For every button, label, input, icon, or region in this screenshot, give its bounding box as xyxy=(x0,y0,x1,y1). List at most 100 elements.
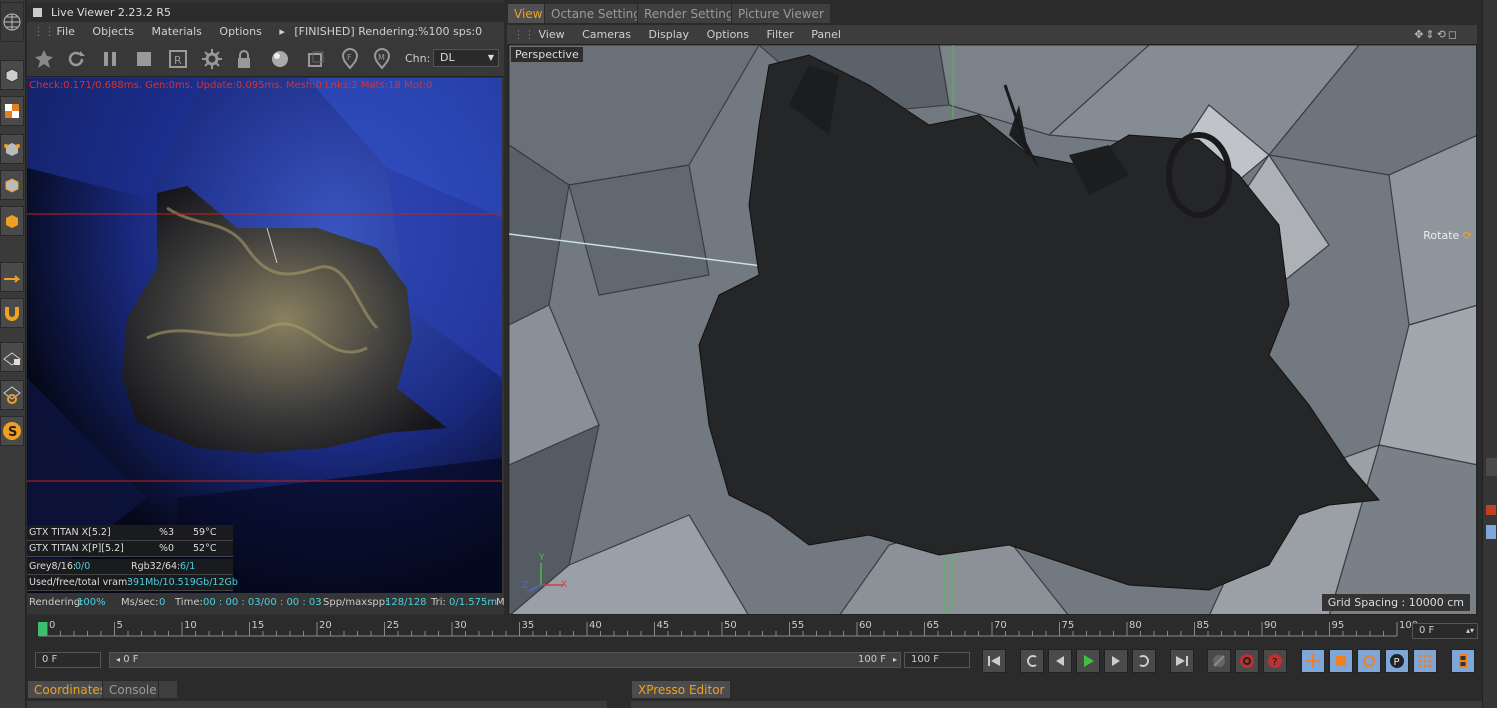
rotate-icon: ⟳ xyxy=(1462,229,1472,242)
xpresso-panel xyxy=(631,701,1482,708)
xpresso-editor-title[interactable]: XPresso Editor xyxy=(631,680,732,699)
previous-frame-button[interactable] xyxy=(1048,649,1072,673)
tab-console[interactable]: Console xyxy=(102,680,164,699)
svg-text:R: R xyxy=(174,54,182,67)
live-viewer-titlebar: Live Viewer 2.23.2 R5 xyxy=(27,3,504,22)
key-scale-button[interactable] xyxy=(1329,649,1353,673)
go-to-end-button[interactable] xyxy=(1170,649,1194,673)
menu-file[interactable]: File xyxy=(57,25,75,38)
projection-label[interactable]: Perspective xyxy=(511,47,583,62)
tab-picture-viewer[interactable]: Picture Viewer xyxy=(731,3,831,24)
record-off-button[interactable] xyxy=(1207,649,1231,673)
next-key-button[interactable] xyxy=(1132,649,1156,673)
timeline-tick-label: 60 xyxy=(859,620,872,631)
rgb-value: 6/1 xyxy=(180,561,196,572)
magnet-snap-icon[interactable] xyxy=(0,298,24,328)
menu-materials[interactable]: Materials xyxy=(151,25,201,38)
play-button[interactable] xyxy=(1076,649,1100,673)
workplane-rotate-icon[interactable] xyxy=(0,380,24,410)
timeline-tick-label: 0 xyxy=(49,620,56,631)
frame-range-slider[interactable]: ◂ 0 F 100 F ▸ xyxy=(109,652,901,668)
gpu-temp: 52°C xyxy=(193,543,217,554)
viewport-nav-icons[interactable]: ✥⇕⟲◻ xyxy=(1414,25,1459,44)
current-frame-field[interactable]: 0 F ▴▾ xyxy=(1412,623,1478,639)
vp-menu-cameras[interactable]: Cameras xyxy=(582,28,631,41)
key-parameter-button[interactable]: P xyxy=(1385,649,1409,673)
channel-select[interactable]: DL ▼ xyxy=(433,49,499,67)
render-preview[interactable]: Check:0.171/0.688ms. Gen:0ms. Update:0.0… xyxy=(27,78,502,593)
window-menu-icon[interactable] xyxy=(33,8,42,17)
key-rotation-button[interactable] xyxy=(1357,649,1381,673)
pause-icon[interactable] xyxy=(97,46,123,72)
attribute-panel-edge xyxy=(1482,0,1497,708)
svg-text:M: M xyxy=(378,53,385,62)
vp-menu-view[interactable]: View xyxy=(539,28,565,41)
timeline-tick-label: 65 xyxy=(926,620,940,631)
render-image xyxy=(27,78,502,593)
perspective-viewport[interactable]: Perspective Rotate ⟳ Y Z X Grid Spacing … xyxy=(508,44,1477,615)
grid-sphere-icon[interactable] xyxy=(0,2,24,42)
settings-gear-icon[interactable] xyxy=(199,46,225,72)
cube-model-icon[interactable] xyxy=(0,60,24,90)
keyframe-selection-button[interactable]: ? xyxy=(1263,649,1287,673)
focus-pick-icon[interactable]: F xyxy=(337,46,363,72)
vp-menu-panel[interactable]: Panel xyxy=(811,28,841,41)
polygons-mode-icon[interactable] xyxy=(0,206,24,236)
sculpt-s-icon[interactable]: S xyxy=(0,416,24,446)
vp-menu-filter[interactable]: Filter xyxy=(767,28,794,41)
attributes-tab-edge[interactable] xyxy=(1486,458,1497,476)
channel-value: DL xyxy=(440,51,455,64)
key-point-level-button[interactable] xyxy=(1413,649,1437,673)
material-ball-icon[interactable] xyxy=(267,46,293,72)
start-frame-field[interactable]: 0 F xyxy=(35,652,101,668)
edges-mode-icon[interactable] xyxy=(0,170,24,200)
vp-menu-options[interactable]: Options xyxy=(707,28,749,41)
grid-spacing-label: Grid Spacing : 10000 cm xyxy=(1321,594,1470,611)
timeline-tick-label: 25 xyxy=(386,620,400,631)
texture-checker-icon[interactable] xyxy=(0,96,24,126)
current-frame-value: 0 F xyxy=(1419,625,1435,636)
edge-icon[interactable] xyxy=(1486,525,1496,539)
send-scene-icon[interactable] xyxy=(31,46,57,72)
stop-icon[interactable] xyxy=(131,46,157,72)
clay-mode-icon[interactable] xyxy=(303,46,329,72)
workplane-lock-icon[interactable] xyxy=(0,342,24,372)
axis-z-label: Z xyxy=(522,581,529,591)
end-frame-field[interactable]: 100 F xyxy=(904,652,970,668)
axis-arrow-icon[interactable] xyxy=(0,262,24,292)
timeline-tick-label: 40 xyxy=(589,620,602,631)
timeline[interactable]: 0 5 10 15 20 25 30 35 40 45 50 55 60 65 70 75 80 85 90 95 10… xyxy=(27,618,1418,644)
gpu-usage: %0 xyxy=(159,543,175,554)
timeline-tick-label: 85 xyxy=(1196,620,1210,631)
menu-expand-arrow-icon[interactable]: ▸ xyxy=(279,25,285,38)
svg-text:F: F xyxy=(347,53,352,62)
end-frame-value: 100 F xyxy=(911,654,940,665)
lock-icon[interactable] xyxy=(231,46,257,72)
go-to-start-button[interactable] xyxy=(982,649,1006,673)
gpu-name: GTX TITAN X[5.2] xyxy=(29,527,111,538)
tab-coordinates[interactable]: Coordinates xyxy=(27,680,114,699)
key-position-button[interactable] xyxy=(1301,649,1325,673)
autokey-button[interactable] xyxy=(1235,649,1259,673)
previous-key-button[interactable] xyxy=(1020,649,1044,673)
material-pick-icon[interactable]: M xyxy=(369,46,395,72)
bottom-panels: Coordinates Console XPresso Editor xyxy=(27,678,1482,708)
menu-options[interactable]: Options xyxy=(219,25,261,38)
edge-icon[interactable] xyxy=(1486,505,1496,515)
gpu-temp: 59°C xyxy=(193,527,217,538)
menu-objects[interactable]: Objects xyxy=(92,25,134,38)
timeline-film-button[interactable] xyxy=(1451,649,1475,673)
timeline-tick-label: 10 xyxy=(184,620,197,631)
gpu-stats-table: GTX TITAN X[5.2] %3 59°C GTX TITAN X[P][… xyxy=(27,525,238,591)
vp-menu-display[interactable]: Display xyxy=(649,28,690,41)
vram-label: Used/free/total vram: xyxy=(29,577,131,588)
next-frame-button[interactable] xyxy=(1104,649,1128,673)
gpu-row: GTX TITAN X[P][5.2] %0 52°C xyxy=(27,541,233,557)
restart-icon[interactable] xyxy=(63,46,89,72)
chevron-down-icon: ▼ xyxy=(487,53,494,62)
statusbar-trailing: M xyxy=(496,597,505,608)
tab-empty[interactable] xyxy=(158,680,178,699)
region-render-icon[interactable]: R xyxy=(165,46,191,72)
range-left-arrow-icon: ◂ xyxy=(116,655,121,664)
points-mode-icon[interactable] xyxy=(0,134,24,164)
